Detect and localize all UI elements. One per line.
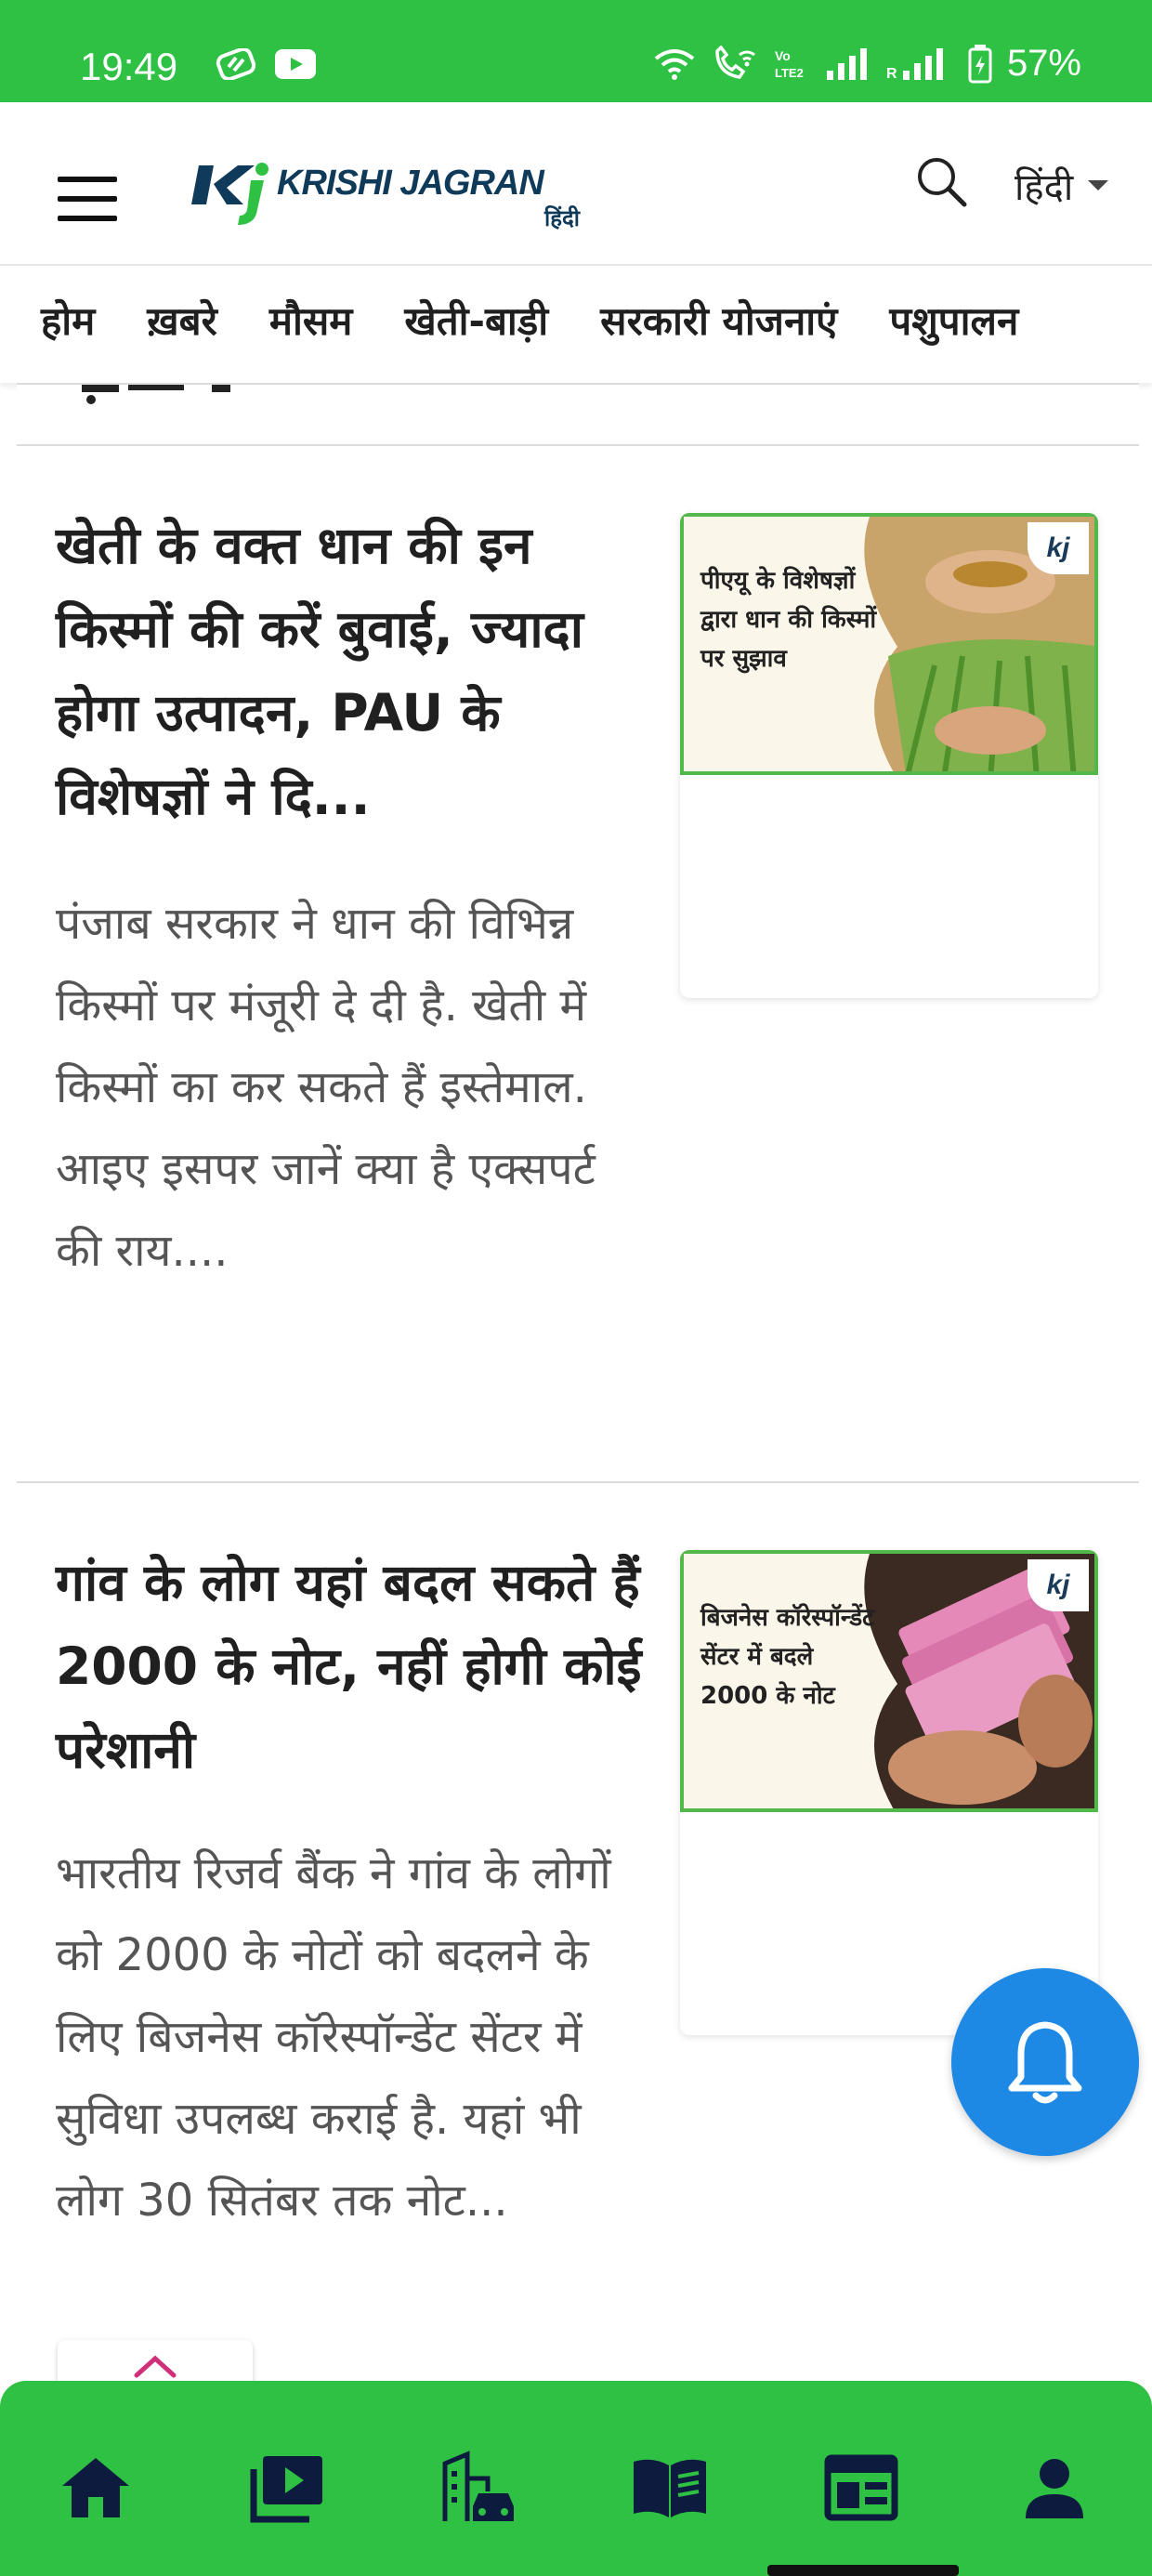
wifi-icon [652, 47, 697, 81]
article-description: भारतीय रिजर्व बैंक ने गांव के लोगों को 2… [56, 1847, 611, 2227]
article-thumbnail-card[interactable]: बिजनेस कॉरेस्पॉन्डेंट सेंटर में बदले 200… [680, 1550, 1098, 2035]
nav-item-animal-husbandry[interactable]: पशुपालन [889, 294, 1018, 347]
kj-badge: kj [1028, 522, 1089, 574]
city-transport-icon[interactable] [427, 2437, 530, 2539]
battery-icon [968, 44, 992, 84]
thumbnail-caption: बिजनेस कॉरेस्पॉन्डेंट सेंटर में बदले 200… [700, 1604, 875, 1710]
nav-item-news[interactable]: ख़बरे [147, 294, 217, 347]
notification-app-icon [216, 48, 256, 80]
logo-subtext: हिंदी [544, 205, 580, 231]
account-icon[interactable] [1003, 2437, 1106, 2539]
chevron-down-icon [1088, 180, 1109, 191]
app-header: KRISHI JAGRAN हिंदी हिंदी [0, 102, 1152, 266]
svg-text:R: R [886, 66, 897, 80]
krishi-jagran-logo[interactable]: KRISHI JAGRAN हिंदी [182, 147, 600, 240]
signal-roaming-icon: R [886, 47, 953, 80]
status-notification-icons [216, 48, 316, 80]
nav-item-farming[interactable]: खेती-बाड़ी [404, 294, 548, 347]
nav-item-weather[interactable]: मौसम [269, 294, 353, 347]
status-system-icons: Vo LTE2 R 57% [652, 43, 1081, 85]
article-thumbnail-card[interactable]: पीएयू के विशेषज्ञों द्वारा धान की किस्मो… [680, 513, 1098, 998]
article-feed: खेती के वक्त धान की इन किस्मों की करें ब… [17, 383, 1139, 2576]
article-description: पंजाब सरकार ने धान की विभिन्न किस्मों पर… [56, 898, 596, 1277]
volte-icon: Vo LTE2 [773, 46, 810, 83]
bottom-navigation [0, 2381, 1152, 2576]
kj-logo-mark-icon [191, 163, 268, 225]
bell-icon [1008, 2021, 1082, 2104]
language-label: हिंदी [1015, 166, 1074, 209]
article-title[interactable]: गांव के लोग यहां बदल सकते हैं 2000 के नो… [56, 1541, 650, 1792]
signal-icon [825, 47, 871, 80]
article-title[interactable]: खेती के वक्त धान की इन किस्मों की करें ब… [56, 504, 650, 838]
article-thumbnail-image: बिजनेस कॉरेस्पॉन्डेंट सेंटर में बदले 200… [680, 1550, 1098, 1812]
active-tab-indicator [767, 2565, 959, 2576]
status-time: 19:49 [80, 45, 178, 88]
article-card[interactable]: खेती के वक्त धान की इन किस्मों की करें ब… [17, 444, 1139, 1481]
menu-icon[interactable] [58, 177, 117, 223]
logo-text: KRISHI JAGRAN [277, 164, 544, 203]
news-icon[interactable] [810, 2437, 912, 2539]
search-icon[interactable] [914, 154, 970, 210]
status-bar: 19:49 Vo LTE2 R 57% [0, 0, 1152, 102]
previous-article-card[interactable] [17, 383, 1139, 444]
category-nav: होम ख़बरे मौसम खेती-बाड़ी सरकारी योजनाएं… [0, 268, 1152, 383]
svg-text:LTE2: LTE2 [775, 66, 804, 80]
kj-badge: kj [1028, 1559, 1089, 1611]
youtube-icon [275, 48, 316, 80]
notification-bell-button[interactable] [951, 1968, 1139, 2156]
home-icon[interactable] [45, 2437, 147, 2539]
article-thumbnail-image: पीएयू के विशेषज्ञों द्वारा धान की किस्मो… [680, 513, 1098, 775]
previous-article-text-fragment [82, 385, 230, 404]
svg-text:Vo: Vo [775, 48, 791, 63]
language-select[interactable]: हिंदी [1015, 160, 1109, 211]
battery-percent: 57% [1006, 43, 1081, 84]
nav-item-govt-schemes[interactable]: सरकारी योजनाएं [600, 294, 837, 347]
video-library-icon[interactable] [236, 2437, 338, 2539]
nav-item-home[interactable]: होम [41, 294, 95, 347]
magazine-icon[interactable] [619, 2437, 721, 2539]
thumbnail-caption: पीएयू के विशेषज्ञों द्वारा धान की किस्मो… [700, 567, 877, 673]
wifi-call-icon [712, 45, 758, 83]
